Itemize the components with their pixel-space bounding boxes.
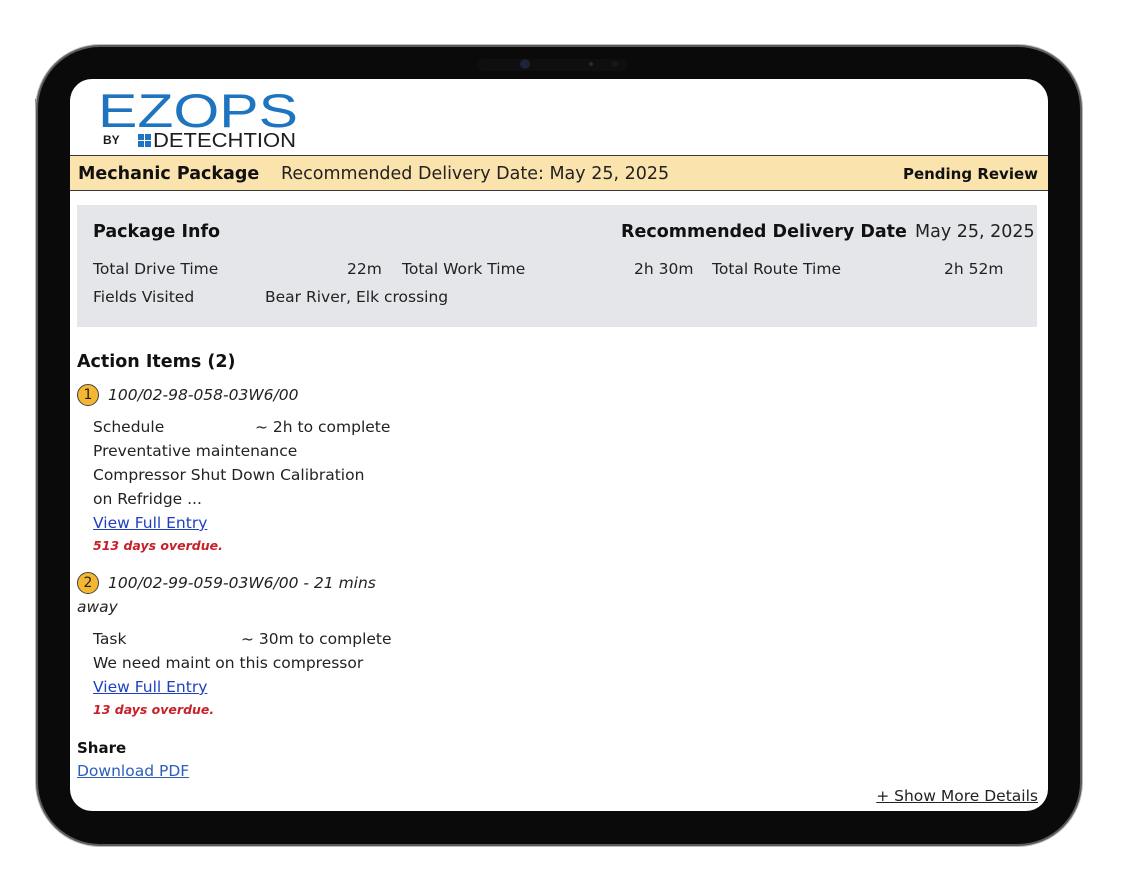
action-item-description: We need maint on this compressor [93,654,364,672]
camera-bar [478,59,628,71]
package-info-card: Package Info Recommended Delivery Date M… [77,205,1037,327]
camera-lens-icon [521,60,529,68]
package-title: Mechanic Package [78,164,260,184]
package-banner: Mechanic Package Recommended Delivery Da… [70,155,1048,191]
sensor-dot-icon [589,62,593,66]
work-time-value: 2h 30m [634,260,694,278]
package-info-heading: Package Info [93,222,221,242]
ezops-logo: EZOPS BY DETECHTION [98,86,298,148]
view-full-entry-link[interactable]: View Full Entry [93,678,207,696]
logo-sub-text: DETECHTION [153,130,296,148]
item-number-badge: 2 [77,572,99,594]
action-item-description: Compressor Shut Down Calibration [93,466,365,484]
overdue-notice: 513 days overdue. [93,538,223,553]
recommended-date-value: May 25, 2025 [915,222,1035,242]
action-items-heading: Action Items (2) [77,352,236,372]
route-time-value: 2h 52m [944,260,1004,278]
fields-visited-value: Bear River, Elk crossing [265,288,449,306]
action-item-type: Schedule [93,418,165,436]
show-more-details-link[interactable]: + Show More Details [876,787,1038,805]
view-full-entry-link[interactable]: View Full Entry [93,514,207,532]
action-item-duration: ~ 2h to complete [255,418,391,436]
drive-time-label: Total Drive Time [93,260,219,278]
item-number-badge: 1 [77,384,99,406]
drive-time-value: 22m [347,260,382,278]
action-item-duration: ~ 30m to complete [241,630,392,648]
logo-by-text: BY [103,133,120,147]
action-item-id: 100/02-98-058-03W6/00 [108,386,299,404]
action-item-id: 100/02-99-059-03W6/00 - 21 mins [108,574,376,592]
sensor-dot-icon [612,61,618,67]
download-pdf-link[interactable]: Download PDF [77,762,189,780]
screen: EZOPS BY DETECHTION Mechanic Package Rec… [70,79,1048,811]
action-item-description: Preventative maintenance [93,442,298,460]
action-item-description: on Refridge ... [93,490,202,508]
action-item-id-continued: away [77,598,118,616]
route-time-label: Total Route Time [712,260,841,278]
tablet-frame: EZOPS BY DETECHTION Mechanic Package Rec… [38,47,1080,844]
work-time-label: Total Work Time [402,260,526,278]
banner-delivery-date: Recommended Delivery Date: May 25, 2025 [281,164,670,184]
fields-visited-label: Fields Visited [93,288,195,306]
status-badge: Pending Review [902,165,1038,183]
action-item-type: Task [93,630,127,648]
share-heading: Share [77,739,127,757]
overdue-notice: 13 days overdue. [93,702,215,717]
recommended-date-label: Recommended Delivery Date [621,222,907,242]
